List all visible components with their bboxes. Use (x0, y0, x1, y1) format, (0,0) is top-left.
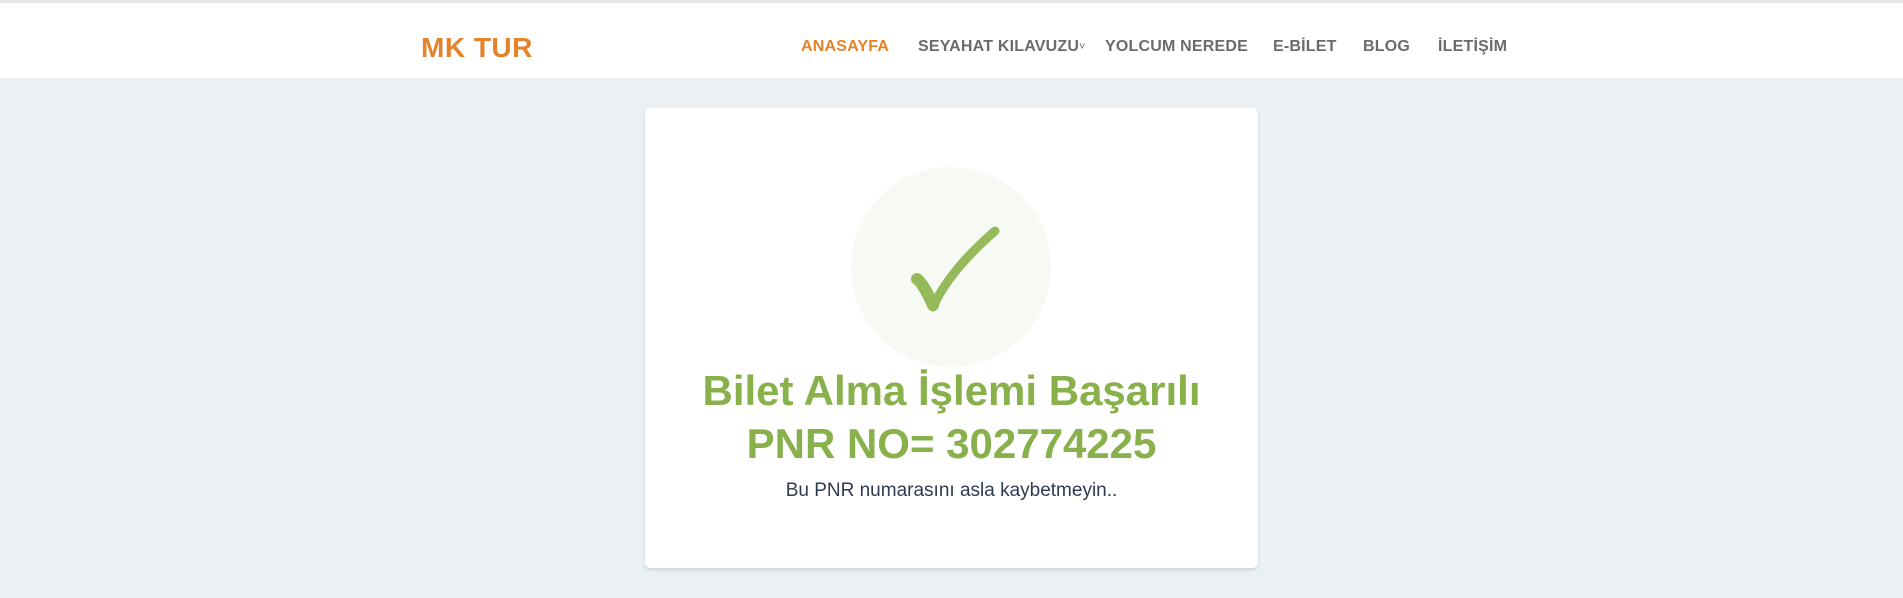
nav-item-yolcum-nerede[interactable]: YOLCUM NEREDE (1105, 38, 1248, 56)
nav-item-anasayfa[interactable]: ANASAYFA (801, 38, 889, 56)
nav-item-iletisim[interactable]: İLETİŞİM (1438, 38, 1507, 56)
navbar: MK TUR ANASAYFA SEYAHAT KILAVUZU ˅ YOLCU… (0, 3, 1903, 78)
pnr-number: PNR NO= 302774225 (746, 420, 1157, 467)
chevron-down-icon[interactable]: ˅ (1079, 41, 1085, 53)
success-title-line1: Bilet Alma İşlemi Başarılı (702, 367, 1201, 414)
success-card: Bilet Alma İşlemi Başarılı PNR NO= 30277… (645, 108, 1258, 568)
brand-logo[interactable]: MK TUR (421, 32, 533, 64)
nav-item-blog[interactable]: BLOG (1363, 38, 1410, 56)
pnr-warning-message: Bu PNR numarasını asla kaybetmeyin.. (785, 480, 1118, 501)
check-circle (851, 167, 1051, 367)
checkmark-icon (911, 226, 1000, 312)
success-title: Bilet Alma İşlemi Başarılı PNR NO= 30277… (645, 364, 1258, 470)
nav-item-seyahat-kilavuzu[interactable]: SEYAHAT KILAVUZU (918, 38, 1079, 56)
nav-item-e-bilet[interactable]: E-BİLET (1273, 38, 1337, 56)
